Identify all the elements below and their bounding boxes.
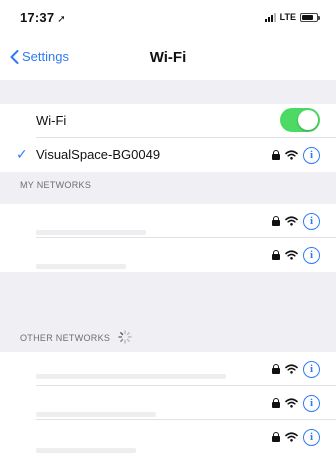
lock-icon [272, 432, 280, 442]
status-indicators: LTE [264, 11, 320, 23]
checkmark-icon: ✓ [16, 146, 28, 162]
wifi-signal-icon [285, 432, 298, 442]
location-icon: ➚ [57, 14, 66, 25]
loading-spinner-icon [118, 330, 132, 344]
lock-icon [272, 398, 280, 408]
my-networks-header: MY NETWORKS [20, 180, 92, 190]
other-network-row[interactable]: i [0, 386, 336, 420]
network-icons: i [272, 146, 320, 164]
wifi-signal-icon [285, 150, 298, 160]
wifi-signal-icon [285, 364, 298, 374]
info-button[interactable]: i [303, 394, 320, 412]
network-icons: i [272, 394, 320, 412]
blurred-network-name [36, 264, 126, 269]
wifi-toggle[interactable] [280, 108, 320, 132]
my-network-row[interactable]: i [0, 204, 336, 238]
clock-text: 17:37 [20, 10, 55, 25]
network-type-label: LTE [279, 12, 296, 22]
network-icons: i [272, 360, 320, 378]
blurred-network-name [36, 374, 226, 379]
cellular-signal-icon [264, 12, 276, 22]
info-button[interactable]: i [303, 246, 320, 264]
connected-network-row[interactable]: ✓ VisualSpace-BG0049 i [0, 138, 336, 172]
other-network-row[interactable]: i [0, 420, 336, 454]
my-networks-header-band: MY NETWORKS [0, 172, 336, 204]
wifi-signal-icon [285, 250, 298, 260]
page-title: Wi-Fi [149, 49, 187, 66]
lock-icon [272, 216, 280, 226]
info-button[interactable]: i [303, 212, 320, 230]
lock-icon [272, 250, 280, 260]
blurred-network-name [36, 412, 156, 417]
toggle-knob [298, 110, 318, 130]
battery-icon [300, 12, 320, 22]
info-button[interactable]: i [303, 428, 320, 446]
network-icons: i [272, 212, 320, 230]
status-bar: 17:37 ➚ LTE [0, 0, 336, 36]
network-icons: i [272, 428, 320, 446]
info-button[interactable]: i [303, 146, 320, 164]
other-networks-header: OTHER NETWORKS [20, 333, 111, 343]
other-networks-header-band: OTHER NETWORKS [0, 272, 336, 352]
wifi-signal-icon [285, 398, 298, 408]
navigation-bar: Settings Wi-Fi [0, 36, 336, 80]
lock-icon [272, 150, 280, 160]
section-spacer [0, 80, 336, 104]
status-time: 17:37 ➚ [20, 10, 66, 25]
wifi-signal-icon [285, 216, 298, 226]
lock-icon [272, 364, 280, 374]
network-icons: i [272, 246, 320, 264]
wifi-toggle-row: Wi-Fi [0, 104, 336, 138]
blurred-network-name [36, 448, 136, 453]
info-button[interactable]: i [303, 360, 320, 378]
other-network-row[interactable]: i [0, 352, 336, 386]
my-network-row[interactable]: i [0, 238, 336, 272]
wifi-label: Wi-Fi [36, 113, 67, 128]
connected-network-name: VisualSpace-BG0049 [36, 147, 161, 162]
blurred-network-name [36, 230, 146, 235]
